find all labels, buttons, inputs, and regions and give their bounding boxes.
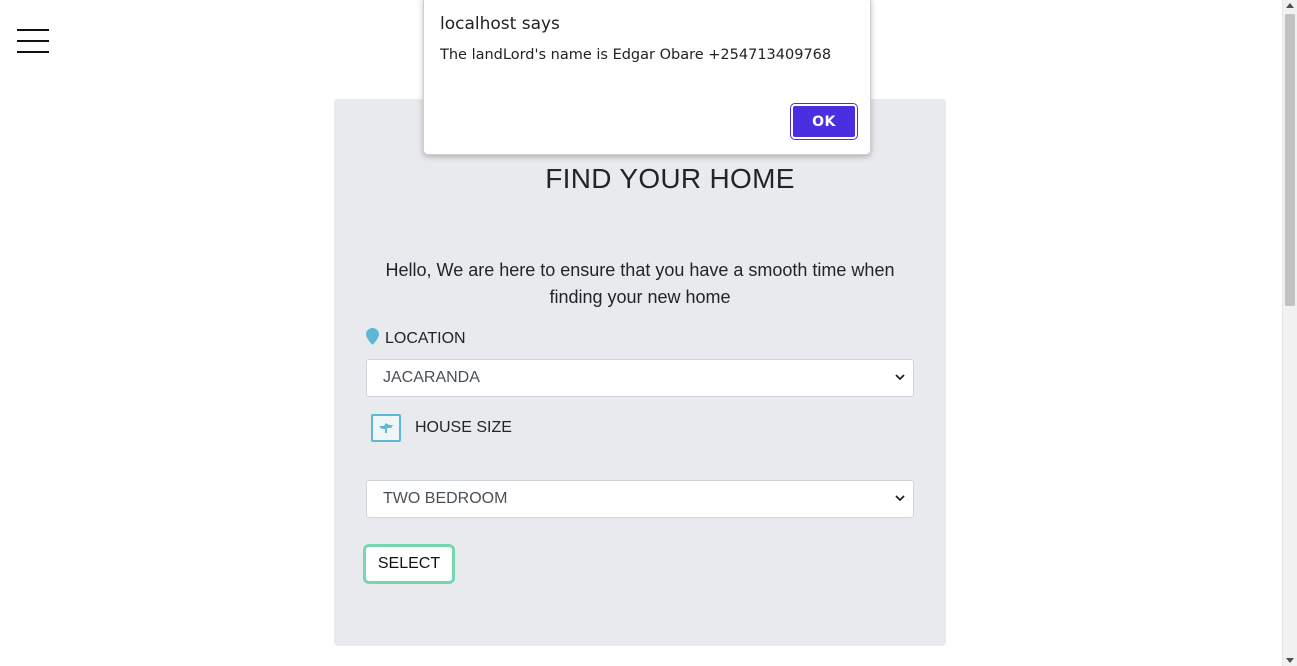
location-label-text: LOCATION — [385, 330, 466, 347]
select-button[interactable]: SELECT — [363, 544, 455, 584]
hamburger-menu-icon[interactable] — [17, 28, 49, 54]
hamburger-line — [17, 51, 49, 53]
alert-dialog: localhost says The landLord's name is Ed… — [423, 0, 871, 155]
ok-button[interactable]: OK — [791, 104, 857, 139]
scrollbar-thumb[interactable] — [1285, 14, 1295, 306]
house-size-label-text: HOUSE SIZE — [415, 419, 512, 436]
house-size-label: HOUSE SIZE — [371, 414, 512, 442]
dialog-title: localhost says — [440, 14, 560, 34]
house-size-selected-value: TWO BEDROOM — [383, 490, 508, 507]
location-select[interactable]: JACARANDA — [366, 359, 914, 397]
card-title: FIND YOUR HOME — [545, 163, 795, 194]
scroll-up-arrow-icon[interactable] — [1286, 3, 1294, 8]
scroll-down-arrow-icon[interactable] — [1286, 658, 1294, 663]
chevron-down-icon — [895, 493, 905, 505]
hamburger-line — [17, 29, 49, 31]
location-pin-icon — [366, 328, 379, 350]
find-home-card: FIND YOUR HOME Hello, We are here to ens… — [334, 99, 946, 646]
card-intro-text: Hello, We are here to ensure that you ha… — [385, 260, 895, 307]
location-label: LOCATION — [366, 328, 466, 350]
house-size-select[interactable]: TWO BEDROOM — [366, 480, 914, 518]
page: FIND YOUR HOME Hello, We are here to ens… — [0, 0, 1297, 666]
dialog-message: The landLord's name is Edgar Obare +2547… — [440, 47, 832, 63]
house-size-icon — [371, 414, 401, 442]
vertical-scrollbar[interactable] — [1282, 0, 1297, 666]
hamburger-line — [17, 40, 49, 42]
location-selected-value: JACARANDA — [383, 369, 480, 386]
chevron-down-icon — [895, 372, 905, 384]
